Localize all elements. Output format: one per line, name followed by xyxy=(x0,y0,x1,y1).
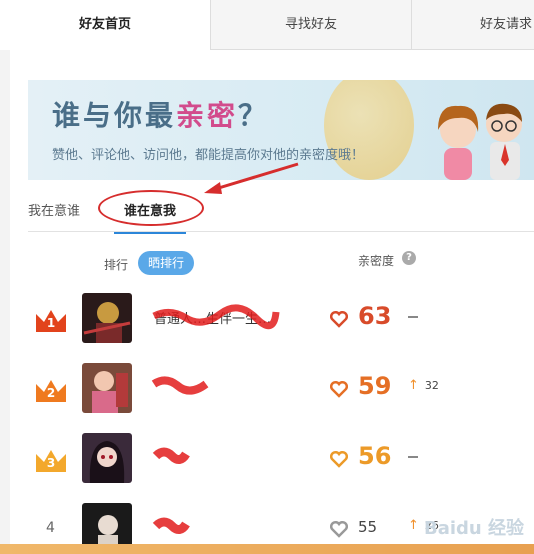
ranking-row: 2 59 ↑ 32 xyxy=(10,356,534,426)
intimacy-score: 63 xyxy=(358,302,392,330)
redaction-scribble xyxy=(152,447,190,464)
intimacy-score: 56 xyxy=(358,442,392,470)
intimacy-score: 55 xyxy=(358,518,378,536)
help-icon[interactable]: ? xyxy=(402,251,416,265)
tab-find-friends[interactable]: 寻找好友 xyxy=(211,0,411,50)
avatar[interactable] xyxy=(82,293,132,343)
avatar[interactable] xyxy=(82,363,132,413)
banner-title: 谁与你最亲密？ xyxy=(52,94,269,134)
annotation-arrow-icon xyxy=(204,162,299,194)
trend-value: 32 xyxy=(424,379,439,392)
yarn-ball-decoration xyxy=(324,80,414,180)
redaction-scribble xyxy=(152,517,190,534)
heart-icon xyxy=(330,311,348,328)
annotation-ellipse xyxy=(98,190,204,226)
ranking-row: 1 普通人…生伴一生… 63 xyxy=(10,286,534,356)
ranking-header: 排行 晒排行 亲密度 ? xyxy=(10,248,534,278)
no-change-dash xyxy=(408,456,418,458)
no-change-dash xyxy=(408,316,418,318)
rank-number: 4 xyxy=(46,520,55,536)
bottom-accent-bar xyxy=(0,544,534,554)
arrow-up-icon: ↑ xyxy=(408,378,419,393)
arrow-up-icon: ↑ xyxy=(408,518,419,533)
redaction-scribble xyxy=(151,376,209,395)
tab-friend-requests[interactable]: 好友请求 xyxy=(411,0,534,50)
intimacy-score: 59 xyxy=(358,372,392,400)
heart-icon xyxy=(330,381,348,398)
heart-icon xyxy=(330,451,348,468)
main-panel: 谁与你最亲密？ 赞他、评论他、访问他，都能提高你对他的亲密度哦！ 我在意谁 谁在… xyxy=(10,50,534,554)
banner-title-highlight: 亲密 xyxy=(176,99,239,132)
avatar[interactable] xyxy=(82,433,132,483)
redaction-scribble xyxy=(152,304,280,330)
crown-gold-icon xyxy=(36,310,66,332)
top-tab-bar: 好友首页 寻找好友 好友请求 xyxy=(0,0,534,50)
intimacy-label: 亲密度 xyxy=(358,254,395,268)
trend-indicator: ↑ 32 xyxy=(408,378,439,393)
tab-friends-home[interactable]: 好友首页 xyxy=(0,0,211,50)
banner-title-part: 谁与你最 xyxy=(52,99,177,132)
subtab-who-i-care[interactable]: 我在意谁 xyxy=(28,200,80,219)
banner-title-part: ？ xyxy=(238,99,270,132)
baidu-watermark: Baidu 经验 xyxy=(423,518,524,539)
ranking-row: 3 56 xyxy=(10,426,534,496)
crown-silver-icon xyxy=(36,380,66,402)
sub-tab-bar: 我在意谁 谁在意我 xyxy=(28,162,534,234)
heart-icon xyxy=(330,521,348,538)
share-ranking-button[interactable]: 晒排行 xyxy=(138,251,195,275)
crown-bronze-icon xyxy=(36,450,66,472)
rank-label: 排行 xyxy=(104,258,129,272)
couple-illustration-icon xyxy=(438,103,522,180)
